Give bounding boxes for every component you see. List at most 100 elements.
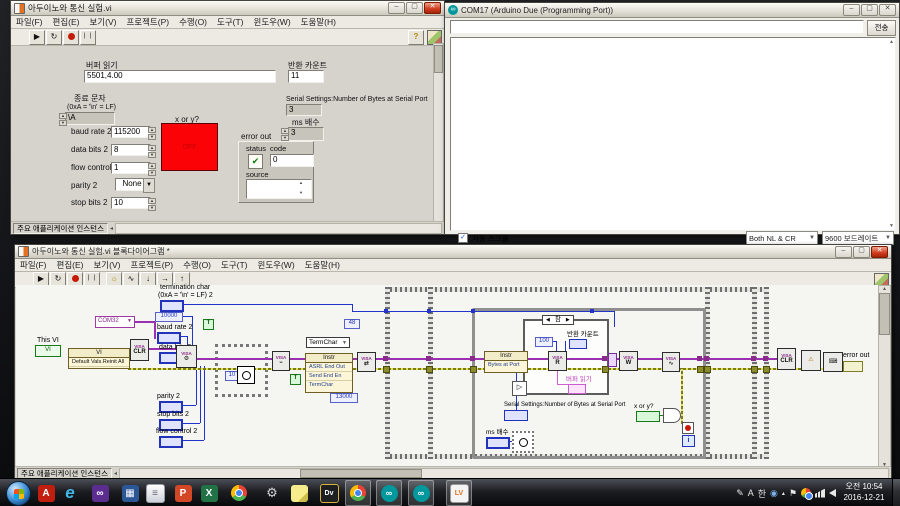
close-button[interactable]: ✕ — [871, 245, 888, 258]
vi-reference-node[interactable]: VI — [35, 345, 61, 357]
visa-clear-node[interactable]: VISA CLR — [130, 339, 149, 361]
taskbar-labview[interactable]: LV — [446, 480, 472, 506]
data-bits-control[interactable]: 8 — [111, 144, 151, 156]
menu-help[interactable]: 도움말(H) — [300, 259, 345, 271]
visa-resource-constant[interactable]: COM32 ▼ — [95, 316, 135, 328]
pen-tray-icon[interactable]: ✎ — [736, 488, 744, 499]
error-handler-node[interactable]: ⚠ — [801, 350, 821, 371]
visa-property-node[interactable]: VISA ∿ — [662, 352, 680, 372]
typecast-node[interactable] — [608, 353, 617, 367]
buffer-read-terminal[interactable] — [568, 384, 586, 394]
front-panel-hscrollbar[interactable] — [114, 222, 442, 234]
taskbar-chrome-window[interactable] — [345, 480, 371, 506]
loop-condition-terminal[interactable] — [682, 422, 694, 434]
xory-terminal[interactable] — [636, 411, 660, 422]
termchar-terminal[interactable] — [160, 300, 184, 312]
property-node-bytes-at-port[interactable]: Instr Bytes at Port — [484, 351, 528, 373]
visa-read-node[interactable]: VISA R — [548, 351, 567, 371]
network-icon[interactable] — [815, 488, 825, 498]
boolean-true-constant[interactable]: T — [290, 374, 301, 385]
buffer-read-indicator[interactable]: 5501,4.00 — [84, 70, 276, 83]
menu-file[interactable]: 파일(F) — [11, 16, 48, 28]
diagram-vertical-scrollbar[interactable]: ▲ ▼ — [878, 285, 891, 469]
volume-icon[interactable] — [829, 489, 836, 497]
taskbar-excel[interactable]: X — [196, 480, 222, 506]
menu-edit[interactable]: 편집(E) — [48, 16, 85, 28]
constant-100[interactable]: 100 — [535, 337, 553, 347]
dialog-node[interactable]: ⌨ — [823, 352, 843, 372]
maximize-button[interactable]: ▢ — [861, 4, 878, 16]
diagram-hscrollbar[interactable] — [118, 467, 889, 479]
case-selector[interactable]: ◀ 참 ▶ — [542, 315, 574, 325]
flow-control-control[interactable]: 1 — [111, 162, 151, 174]
close-button[interactable]: ✕ — [424, 2, 441, 14]
taskbar-arduino-ide[interactable]: ∞ — [376, 480, 402, 506]
visa-configure-serial-node[interactable]: VISA ⚙ — [176, 345, 197, 368]
app-instance-label[interactable]: 주요 애플리케이션 인스턴스 — [17, 467, 112, 479]
return-count-terminal[interactable] — [569, 339, 587, 349]
visa-set-buffer-node[interactable]: VISA ⇄ — [357, 352, 376, 372]
menu-file[interactable]: 파일(F) — [15, 259, 52, 271]
error-code-field[interactable]: 0 — [270, 154, 314, 167]
wait-ms-node[interactable] — [237, 366, 255, 384]
panel-vertical-scrollbar[interactable] — [433, 43, 444, 223]
serial-settings-indicator[interactable]: 3 — [286, 104, 322, 116]
info-tray-icon[interactable]: ◉ — [770, 488, 778, 499]
ime-latin-icon[interactable]: A — [748, 488, 754, 498]
menu-view[interactable]: 보기(V) — [84, 16, 121, 28]
front-panel-titlebar[interactable]: 아두이노와 통신 실험.vi – ▢ ✕ — [11, 1, 444, 16]
source-scroll-down-icon[interactable]: ▼ — [299, 190, 303, 195]
show-desktop-button[interactable] — [892, 479, 900, 506]
flow-control-terminal[interactable] — [159, 436, 183, 448]
show-hidden-icons[interactable]: ▴ — [782, 490, 785, 497]
chrome-tray-icon[interactable] — [801, 488, 813, 500]
boolean-true-constant[interactable]: T — [203, 319, 214, 330]
baud-rate-control[interactable]: 115200 — [111, 126, 151, 138]
comparison-node[interactable]: ▷ — [512, 381, 527, 396]
menu-tools[interactable]: 도구(T) — [212, 16, 249, 28]
taskbar-device-tool[interactable]: ⚙ — [259, 480, 285, 506]
menu-window[interactable]: 윈도우(W) — [249, 16, 296, 28]
menu-project[interactable]: 프로젝트(P) — [121, 16, 174, 28]
serial-monitor-titlebar[interactable]: ∞ COM17 (Arduino Due (Programming Port))… — [445, 3, 899, 18]
menu-window[interactable]: 윈도우(W) — [253, 259, 300, 271]
taskbar-sticky-notes[interactable] — [286, 480, 312, 506]
term-char-spinner[interactable]: ▲ ▼ — [59, 113, 67, 126]
wait-ms-node[interactable] — [512, 431, 534, 453]
constant-48[interactable]: 48 — [344, 319, 360, 329]
error-status-led[interactable]: ✔ — [248, 154, 263, 169]
taskbar-notepad[interactable]: ≡ — [142, 480, 168, 506]
app-instance-label[interactable]: 주요 애플리케이션 인스턴스 — [13, 222, 108, 234]
taskbar-internet-explorer[interactable]: e — [57, 480, 83, 506]
serial-settings-terminal[interactable] — [504, 410, 528, 421]
xory-boolean-indicator[interactable]: OFF — [161, 123, 218, 171]
ms-multiplier-terminal[interactable] — [486, 437, 510, 449]
termchar-ring-constant[interactable]: TermChar ▼ — [306, 337, 350, 348]
taskbar-dev-console[interactable]: Dv — [316, 480, 342, 506]
start-button[interactable] — [6, 481, 31, 506]
minimize-button[interactable]: – — [835, 245, 852, 258]
menu-operate[interactable]: 수행(O) — [178, 259, 216, 271]
data-bits-spinner[interactable]: ▲ ▼ — [148, 145, 156, 158]
flow-control-spinner[interactable]: ▲ ▼ — [148, 163, 156, 176]
visa-close-node[interactable]: VISA CLR — [777, 348, 796, 370]
close-button[interactable]: ✕ — [879, 4, 896, 16]
menu-help[interactable]: 도움말(H) — [296, 16, 341, 28]
taskbar-chrome[interactable] — [226, 480, 252, 506]
constant-10000[interactable]: 10000 — [155, 312, 183, 322]
property-node-instr[interactable]: Instr ASRL End Out Send End En TermChar — [305, 353, 353, 393]
menu-view[interactable]: 보기(V) — [88, 259, 125, 271]
line-ending-dropdown[interactable]: Both NL & CR ▼ — [746, 231, 818, 245]
invoke-node[interactable]: VI Default Vals.Reinit All — [68, 348, 130, 369]
taskbar-adobe-reader[interactable]: A — [33, 480, 59, 506]
baud-rate-dropdown[interactable]: 9600 보드레이트 ▼ — [822, 231, 894, 245]
maximize-button[interactable]: ▢ — [406, 2, 423, 14]
output-scroll-up-icon[interactable]: ▲ — [889, 39, 894, 45]
loop-iteration-terminal[interactable]: i — [682, 435, 695, 447]
taskbar-clock[interactable]: 오전 10:54 2016-12-21 — [838, 481, 890, 503]
stop-bits-spinner[interactable]: ▲ ▼ — [148, 198, 156, 211]
baud-rate-spinner[interactable]: ▲ ▼ — [148, 127, 156, 140]
output-scroll-down-icon[interactable]: ▼ — [889, 223, 894, 229]
error-out-terminal[interactable] — [843, 361, 863, 372]
ms-multiplier-spinner[interactable]: ▲ ▼ — [281, 128, 289, 141]
